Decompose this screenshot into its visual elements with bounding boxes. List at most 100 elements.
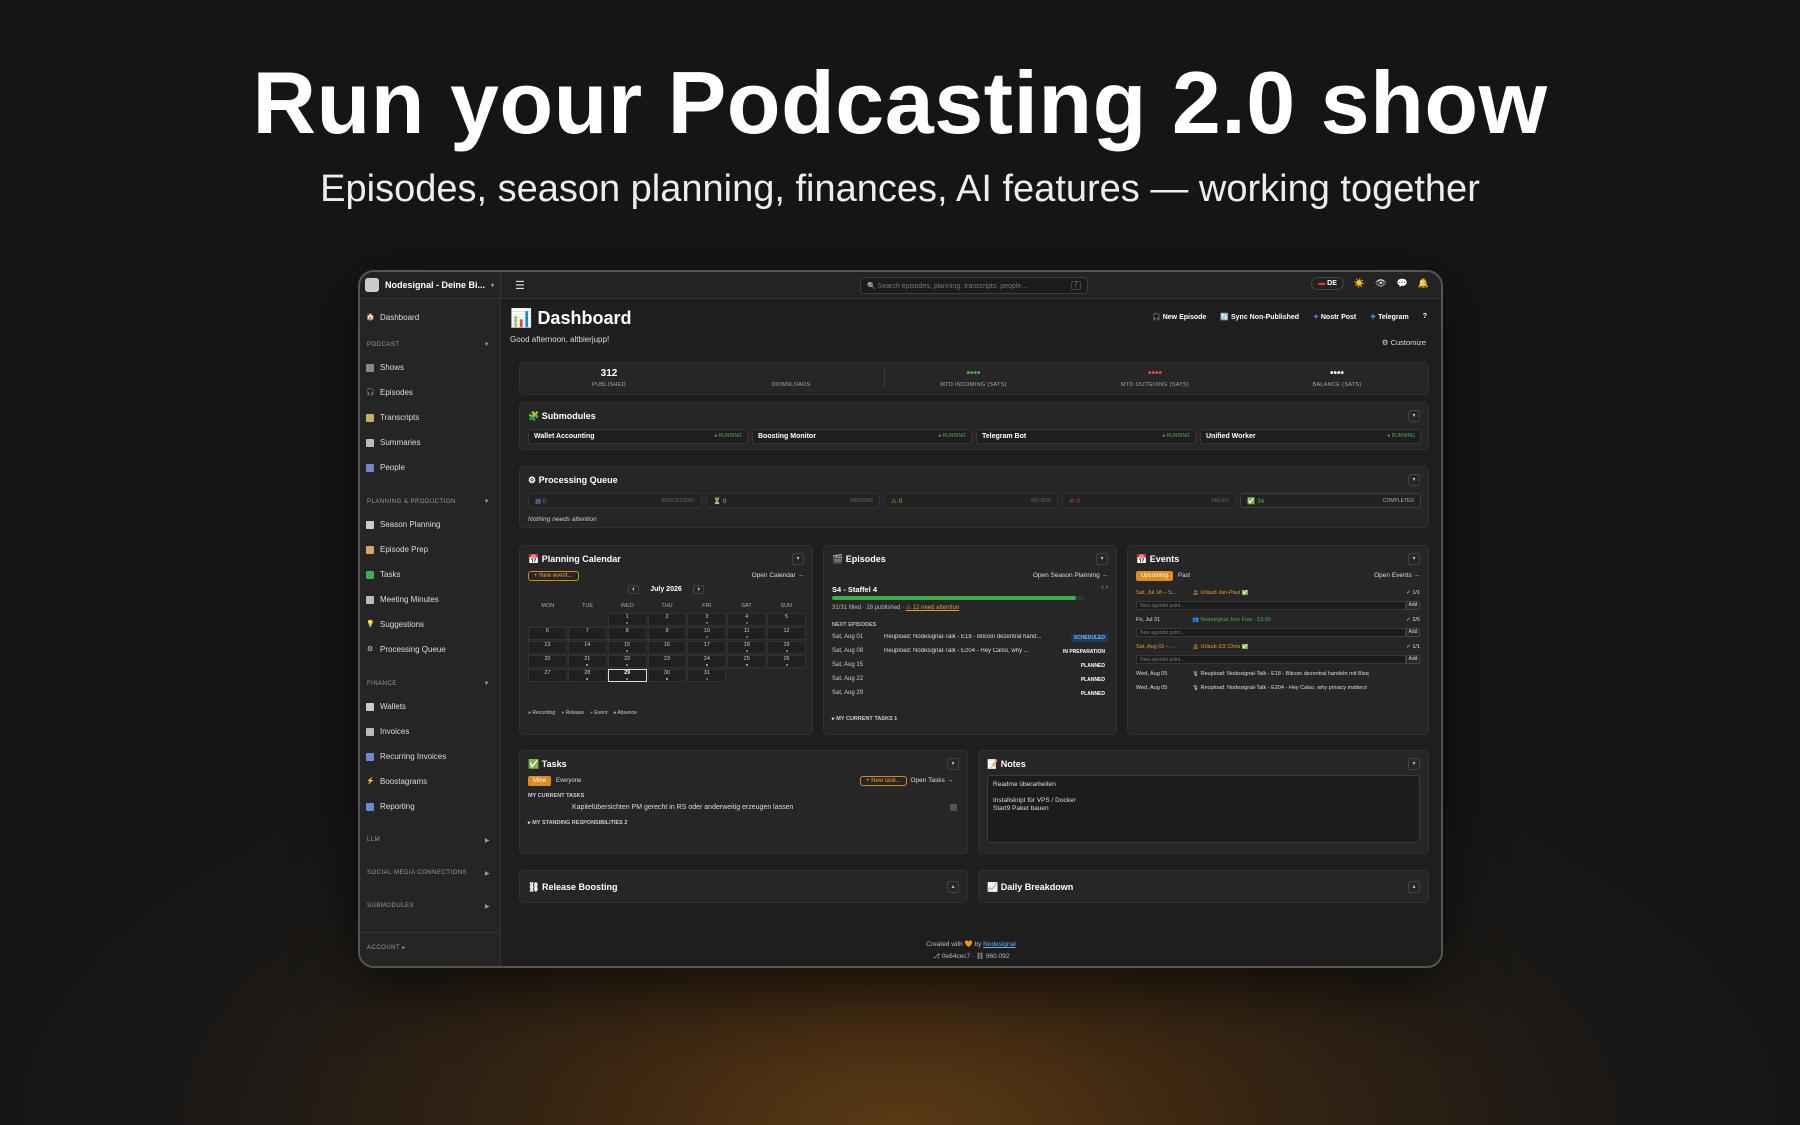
sidebar-item-transcripts[interactable]: Transcripts	[366, 413, 419, 422]
sidebar-item-tasks[interactable]: Tasks	[366, 570, 400, 579]
open-season-planning-link[interactable]: Open Season Planning →	[1033, 572, 1108, 579]
calendar-day[interactable]: 8	[607, 627, 647, 640]
footer-link[interactable]: Nodesignal	[983, 941, 1016, 948]
sidebar-item-shows[interactable]: Shows	[366, 363, 404, 372]
calendar-day[interactable]: 18	[727, 641, 767, 654]
bell-icon[interactable]: 🔔	[1418, 278, 1429, 289]
submodule-unified-worker[interactable]: Unified Worker ● RUNNING	[1200, 429, 1421, 444]
calendar-day[interactable]: 1	[607, 613, 647, 626]
nostr-post-button[interactable]: ✦ Nostr Post	[1313, 313, 1356, 321]
open-tasks-link[interactable]: Open Tasks →	[910, 777, 953, 784]
add-agenda-button[interactable]: Add	[1406, 628, 1420, 637]
sidebar-item-wallets[interactable]: Wallets	[366, 702, 406, 711]
collapse-button[interactable]: ▾	[792, 553, 804, 565]
sidebar-section-finance[interactable]: FINANCE ▼	[367, 681, 490, 687]
sidebar-item-meeting-minutes[interactable]: Meeting Minutes	[366, 595, 439, 604]
event-row[interactable]: Wed, Aug 05 🎙 Reupload: Nodesignal-Talk -…	[1136, 685, 1420, 691]
calendar-day[interactable]: 16	[647, 641, 687, 654]
calendar-day[interactable]: 14	[567, 641, 607, 654]
language-switch[interactable]: ▬ DE	[1311, 277, 1344, 290]
submodule-wallet-accounting[interactable]: Wallet Accounting ● RUNNING	[528, 429, 748, 444]
next-month-button[interactable]: ›	[693, 585, 704, 594]
telegram-button[interactable]: ✈ Telegram	[1370, 313, 1408, 321]
sidebar-item-invoices[interactable]: Invoices	[366, 727, 409, 736]
calendar-day[interactable]: 31	[687, 669, 727, 682]
sync-button[interactable]: 🔄 Sync Non-Published	[1220, 313, 1299, 321]
sidebar-item-boostagrams[interactable]: ⚡ Boostagrams	[366, 777, 427, 786]
calendar-day[interactable]: 3	[687, 613, 727, 626]
standing-responsibilities-toggle[interactable]: ▸ MY STANDING RESPONSIBILITIES 2	[528, 820, 627, 826]
add-agenda-button[interactable]: Add	[1406, 655, 1420, 664]
episode-row[interactable]: Sat, Aug 29 PLANNED	[832, 690, 1108, 698]
tab-mine[interactable]: Mine	[528, 776, 552, 786]
queue-review[interactable]: ⚠ 0 REVIEW	[884, 493, 1058, 508]
calendar-day[interactable]: 15	[607, 641, 647, 654]
calendar-day[interactable]: 12	[767, 627, 806, 640]
collapse-button[interactable]: ▾	[1408, 474, 1420, 486]
prev-month-button[interactable]: ‹	[628, 585, 639, 594]
episode-row[interactable]: Sat, Aug 15 PLANNED	[832, 662, 1108, 670]
open-events-link[interactable]: Open Events →	[1374, 572, 1420, 579]
task-checkbox[interactable]	[950, 804, 957, 811]
task-item[interactable]: Kapitelübersichten PM gerecht in RS oder…	[572, 804, 793, 811]
event-row[interactable]: Sat, Aug 01 – ... 🏝 Urlaub 2/2 Chris ✅ ✓ 1…	[1136, 644, 1420, 650]
calendar-day[interactable]: 13	[528, 641, 567, 654]
agenda-input[interactable]: New agenda point...	[1136, 628, 1406, 637]
sidebar-item-episode-prep[interactable]: Episode Prep	[366, 545, 428, 554]
queue-failed[interactable]: ✕ 0 FAILED	[1062, 493, 1236, 508]
queue-processing[interactable]: ▦ 0 PROCESSING	[528, 493, 702, 508]
season-nav[interactable]: ‹ ›	[1101, 584, 1108, 591]
calendar-day[interactable]: 21	[567, 655, 607, 668]
event-row[interactable]: Sat, Jul 18 – S... 🏝 Urlaub Jan-Paul ✅ ✓ 1…	[1136, 590, 1420, 596]
calendar-day[interactable]: 6	[528, 627, 567, 640]
theme-toggle-icon[interactable]: ☀️	[1354, 278, 1365, 289]
expand-button[interactable]: ▴	[1408, 881, 1420, 893]
queue-pending[interactable]: ⏳ 0 PENDING	[706, 493, 880, 508]
calendar-day[interactable]: 24	[687, 655, 727, 668]
event-row[interactable]: Wed, Aug 05 🎙 Reupload: Nodesignal-Talk -…	[1136, 671, 1420, 677]
search-input[interactable]: 🔍 Search episodes, planning, transcripts…	[860, 277, 1088, 294]
sidebar-item-reporting[interactable]: Reporting	[366, 802, 415, 811]
calendar-day[interactable]: 19	[767, 641, 806, 654]
sidebar-item-recurring-invoices[interactable]: Recurring Invoices	[366, 752, 446, 761]
episode-row[interactable]: Sat, Aug 08 Reupload: Nodesignal-Talk - E…	[832, 648, 1108, 656]
calendar-day[interactable]: 11	[727, 627, 767, 640]
agenda-input[interactable]: New agenda point...	[1136, 601, 1406, 610]
customize-button[interactable]: ⚙ Customize	[1382, 338, 1426, 347]
my-current-tasks-toggle[interactable]: ▸ MY CURRENT TASKS 1	[832, 716, 897, 722]
sidebar-item-dashboard[interactable]: 🏠 Dashboard	[366, 313, 419, 322]
new-event-button[interactable]: + New event...	[528, 571, 579, 581]
collapse-button[interactable]: ▾	[1096, 553, 1108, 565]
open-calendar-link[interactable]: Open Calendar →	[752, 572, 804, 579]
notes-textarea[interactable]: Readme überarbeiten Installskript für VP…	[987, 775, 1420, 843]
calendar-day[interactable]: 2	[647, 613, 687, 626]
agenda-input[interactable]: New agenda point...	[1136, 655, 1406, 664]
sidebar-item-season-planning[interactable]: Season Planning	[366, 520, 441, 529]
calendar-day[interactable]: 30	[647, 669, 687, 682]
sidebar-section-planning[interactable]: PLANNING & PRODUCTION ▼	[367, 499, 490, 505]
sidebar-section-podcast[interactable]: PODCAST ▼	[367, 342, 490, 348]
brand-selector[interactable]: Nodesignal - Deine Bi... ▾	[360, 272, 501, 299]
sidebar-item-processing-queue[interactable]: ⚙ Processing Queue	[366, 645, 446, 654]
calendar-day[interactable]: 5	[767, 613, 806, 626]
calendar-day[interactable]: 26	[767, 655, 806, 668]
help-button[interactable]: ?	[1423, 313, 1427, 321]
collapse-button[interactable]: ▾	[947, 758, 959, 770]
menu-icon[interactable]: ☰	[515, 279, 525, 292]
sidebar-section-submodules[interactable]: SUBMODULES ▶	[367, 903, 490, 910]
collapse-button[interactable]: ▾	[1408, 410, 1420, 422]
calendar-day[interactable]: 9	[647, 627, 687, 640]
event-row[interactable]: Fri, Jul 31 👥 Nodesignal Jour Fixe · 13:0…	[1136, 617, 1420, 623]
tab-upcoming[interactable]: Upcoming	[1136, 571, 1174, 581]
attention-link[interactable]: ⚠ 12 need attention	[906, 605, 959, 611]
collapse-button[interactable]: ▾	[1408, 553, 1420, 565]
calendar-day[interactable]: 4	[727, 613, 767, 626]
tab-past[interactable]: Past	[1173, 571, 1195, 581]
sidebar-section-llm[interactable]: LLM ▶	[367, 837, 490, 844]
submodule-boosting-monitor[interactable]: Boosting Monitor ● RUNNING	[752, 429, 972, 444]
calendar-day[interactable]: 25	[727, 655, 767, 668]
add-agenda-button[interactable]: Add	[1406, 601, 1420, 610]
submodule-telegram-bot[interactable]: Telegram Bot ● RUNNING	[976, 429, 1196, 444]
calendar-day[interactable]: 28	[567, 669, 607, 682]
sidebar-item-episodes[interactable]: 🎧 Episodes	[366, 388, 413, 397]
